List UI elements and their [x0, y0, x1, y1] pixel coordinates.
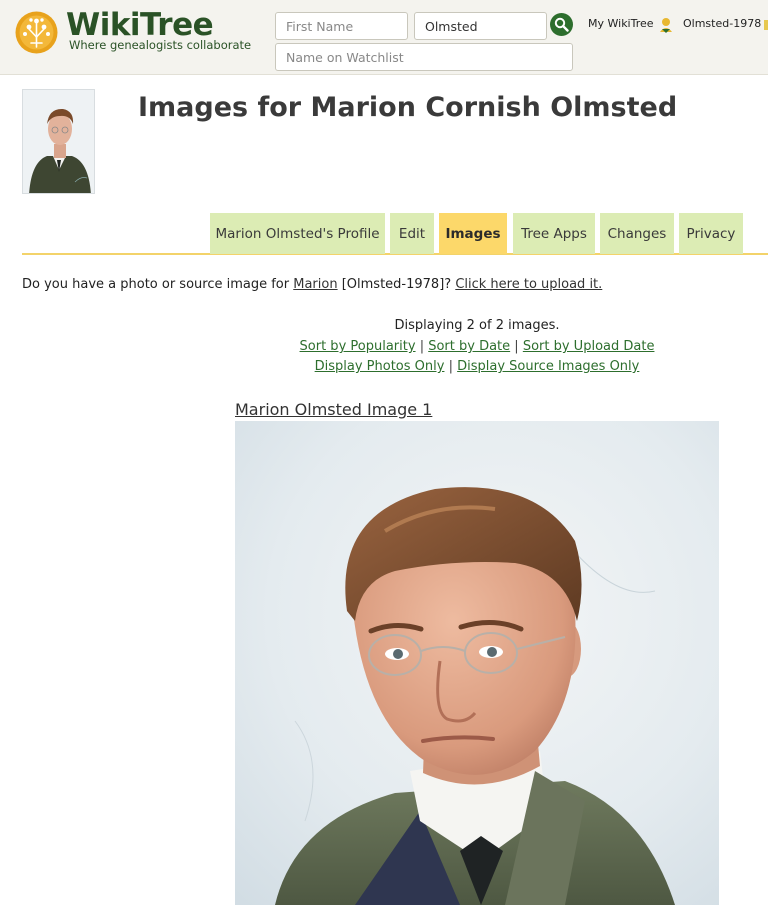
- wikitree-logo[interactable]: WikiTree Where genealogists collaborate: [15, 8, 265, 58]
- sort-by-popularity-link[interactable]: Sort by Popularity: [300, 339, 416, 354]
- watchlist-name-input[interactable]: [275, 43, 573, 71]
- sort-by-upload-date-link[interactable]: Sort by Upload Date: [523, 339, 655, 354]
- brand-tagline: Where genealogists collaborate: [69, 38, 252, 52]
- image-count-status: Displaying 2 of 2 images.: [394, 318, 560, 333]
- tree-logo-icon: [15, 11, 58, 54]
- brand-name: WikiTree: [66, 7, 214, 43]
- portrait-photo[interactable]: [235, 421, 719, 905]
- my-wikitree-menu[interactable]: My WikiTree: [588, 17, 654, 30]
- filter-options: Display Photos Only | Display Source Ima…: [234, 359, 720, 374]
- separator: |: [448, 359, 453, 374]
- image-1-title-link[interactable]: Marion Olmsted Image 1: [235, 400, 432, 419]
- first-name-input[interactable]: [275, 12, 408, 40]
- portrait-photo-image: [235, 421, 719, 905]
- tab-privacy[interactable]: Privacy: [679, 213, 743, 254]
- display-photos-only-link[interactable]: Display Photos Only: [315, 359, 445, 374]
- upload-prompt: Do you have a photo or source image for …: [22, 277, 602, 292]
- separator: |: [514, 339, 519, 354]
- magnifier-icon: [554, 17, 569, 32]
- tab-images[interactable]: Images: [439, 213, 507, 254]
- upload-image-link[interactable]: Click here to upload it.: [455, 277, 602, 292]
- user-id-link[interactable]: Olmsted-1978: [683, 17, 761, 30]
- sort-by-date-link[interactable]: Sort by Date: [428, 339, 510, 354]
- display-source-images-only-link[interactable]: Display Source Images Only: [457, 359, 639, 374]
- upload-prompt-prefix: Do you have a photo or source image for: [22, 277, 294, 292]
- profile-thumbnail[interactable]: [22, 89, 95, 194]
- tab-profile[interactable]: Marion Olmsted's Profile: [210, 213, 385, 254]
- tab-edit[interactable]: Edit: [390, 213, 434, 254]
- separator: |: [419, 339, 425, 354]
- sort-options: Sort by Popularity | Sort by Date | Sort…: [234, 339, 720, 354]
- tab-changes[interactable]: Changes: [600, 213, 674, 254]
- overflow-menu-edge: [764, 20, 768, 30]
- profile-name-link[interactable]: Marion: [293, 277, 337, 292]
- page-title: Images for Marion Cornish Olmsted: [138, 92, 678, 123]
- top-header: WikiTree Where genealogists collaborate …: [0, 0, 768, 75]
- last-name-input[interactable]: [414, 12, 547, 40]
- upload-prompt-id: [Olmsted-1978]?: [337, 277, 456, 292]
- portrait-thumbnail-image: [23, 90, 94, 193]
- tab-tree-apps[interactable]: Tree Apps: [513, 213, 595, 254]
- search-button[interactable]: [550, 13, 573, 36]
- user-badge-icon[interactable]: [659, 17, 673, 34]
